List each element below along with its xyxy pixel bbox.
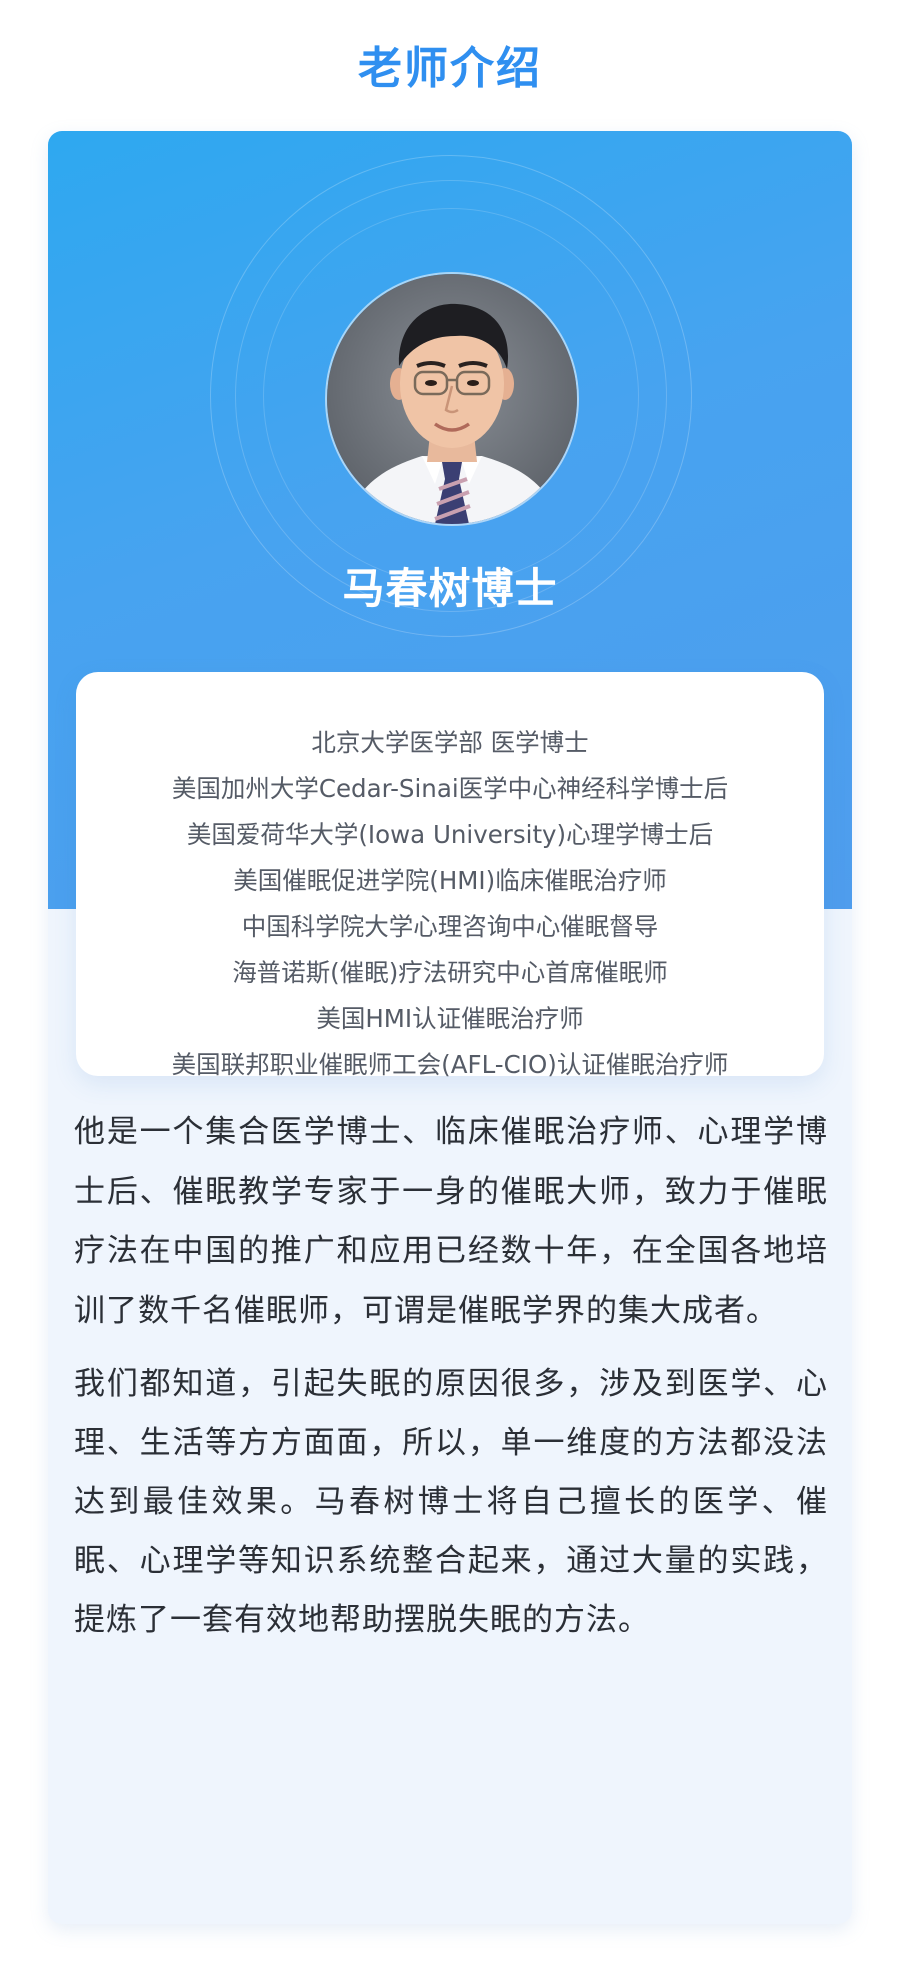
portrait-photo-icon	[327, 274, 577, 524]
credentials-panel: 北京大学医学部 医学博士 美国加州大学Cedar-Sinai医学中心神经科学博士…	[76, 672, 824, 1079]
teacher-card: 马春树博士 北京大学医学部 医学博士 美国加州大学Cedar-Sinai医学中心…	[48, 131, 852, 1924]
credential-item: 海普诺斯(催眠)疗法研究中心首席催眠师	[232, 958, 668, 987]
credential-item: 北京大学医学部 医学博士	[311, 728, 589, 757]
credential-item: 中国科学院大学心理咨询中心催眠督导	[241, 912, 659, 941]
credentials-list: 北京大学医学部 医学博士 美国加州大学Cedar-Sinai医学中心神经科学博士…	[76, 720, 824, 1088]
credential-item: 美国联邦职业催眠师工会(AFL-CIO)认证催眠治疗师	[171, 1050, 729, 1079]
bio-paragraph: 我们都知道，引起失眠的原因很多，涉及到医学、心理、生活等方方面面，所以，单一维度…	[74, 1366, 828, 1638]
credential-item: 美国催眠促进学院(HMI)临床催眠治疗师	[233, 866, 667, 895]
bio-paragraph: 他是一个集合医学博士、临床催眠治疗师、心理学博士后、催眠教学专家于一身的催眠大师…	[74, 1114, 828, 1329]
teacher-name: 马春树博士	[342, 564, 558, 613]
credential-item: 美国爱荷华大学(Iowa University)心理学博士后	[186, 820, 714, 849]
page-title: 老师介绍	[358, 43, 542, 94]
credential-item: 美国HMI认证催眠治疗师	[316, 1004, 584, 1033]
credential-item: 美国加州大学Cedar-Sinai医学中心神经科学博士后	[171, 774, 729, 803]
teacher-avatar	[325, 272, 579, 526]
teacher-bio: 他是一个集合医学博士、临床催眠治疗师、心理学博士后、催眠教学专家于一身的催眠大师…	[74, 1103, 828, 1650]
